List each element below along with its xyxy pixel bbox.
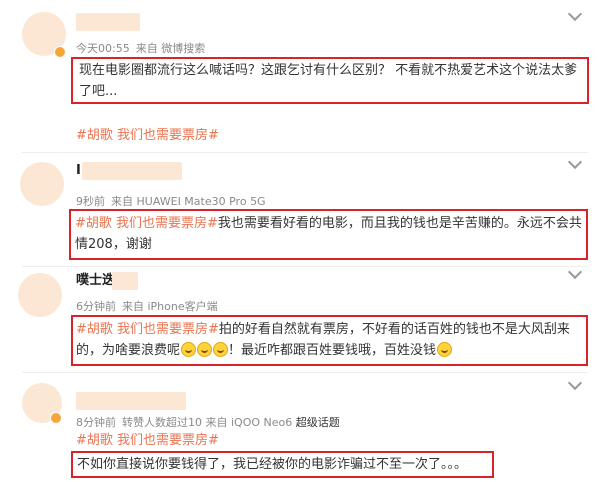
pensive-face-icon [437, 342, 453, 357]
topic-link[interactable]: #胡歌 我们也需要票房# [76, 322, 219, 337]
chevron-down-icon[interactable] [567, 6, 583, 22]
comment-text-line: ！最近咋都跟百姓要钱哦，百姓没钱 [228, 343, 437, 358]
user-name-blur [112, 272, 138, 290]
chevron-down-icon[interactable] [567, 264, 583, 280]
grinning-face-icon [197, 342, 213, 357]
comment-text-line: 我也需要看好看的电影，而且我的钱也是辛苦赚的。永远不会共 [217, 216, 582, 231]
avatar[interactable] [20, 162, 64, 206]
comment-text-line: 拍的好看自然就有票房，不好看的话百姓的钱也不是大风刮来 [218, 322, 570, 337]
verified-badge-icon [50, 412, 62, 424]
divider [22, 266, 588, 267]
comment-source: 来自 iPhone客户端 [122, 300, 218, 313]
comment-text-box: 现在电影圈都流行这么喊话吗？这跟乞讨有什么区别？ 不看就不热爱艺术这个说法太爹 … [71, 57, 589, 104]
comment-text-line: 情208，谢谢 [75, 237, 152, 252]
comment-text-line: 的，为啥要浪费呢 [76, 343, 181, 358]
user-name-fragment[interactable]: I [76, 160, 81, 181]
topic-link[interactable]: #胡歌 我们也需要票房# [76, 125, 219, 146]
comment-text-box: 不如你直接说你要钱得了，我已经被你的电影诈骗过不至一次了。。。 [71, 451, 494, 478]
comment-text-box: #胡歌 我们也需要票房#拍的好看自然就有票房，不好看的话百姓的钱也不是大风刮来 … [71, 315, 588, 366]
divider [22, 372, 588, 373]
comment-feed: { "comments": [ { "time": "今天00:55", "so… [0, 0, 600, 482]
topic-link[interactable]: #胡歌 我们也需要票房# [76, 430, 219, 451]
avatar[interactable] [18, 273, 62, 317]
topic-link[interactable]: #胡歌 我们也需要票房# [75, 216, 218, 231]
comment-text-line: 不如你直接说你要钱得了，我已经被你的电影诈骗过不至一次了。。。 [77, 457, 468, 472]
comment-text-box: #胡歌 我们也需要票房#我也需要看好看的电影，而且我的钱也是辛苦赚的。永远不会共… [69, 209, 588, 260]
comment-meta: 8分钟前 转赞人数超过10 来自 iQOO Neo6 超级话题 [76, 414, 346, 430]
user-name[interactable] [76, 392, 186, 410]
comment-time: 今天00:55 [76, 42, 130, 55]
comment-text-line: 现在电影圈都流行这么喊话吗？这跟乞讨有什么区别？ 不看就不热爱艺术这个说法太爹 [79, 63, 578, 78]
grinning-face-icon [181, 342, 197, 357]
comment-time: 9秒前 [76, 195, 105, 208]
grinning-face-icon [213, 342, 229, 357]
divider [22, 152, 588, 153]
comment-meta: 6分钟前 来自 iPhone客户端 [76, 298, 224, 314]
user-name[interactable] [76, 13, 140, 31]
comment-text-line: 了吧... [79, 84, 118, 99]
chevron-down-icon[interactable] [567, 154, 583, 170]
comment-source: 转赞人数超过10 来自 iQOO Neo6 [122, 416, 296, 429]
comment-source: 来自 HUAWEI Mate30 Pro 5G [111, 195, 266, 208]
comment-source: 来自 微博搜索 [135, 42, 206, 55]
user-name[interactable] [82, 162, 182, 180]
comment-time: 8分钟前 [76, 416, 116, 429]
comment-meta: 9秒前 来自 HUAWEI Mate30 Pro 5G [76, 193, 272, 209]
comment-time: 6分钟前 [76, 300, 116, 313]
chevron-down-icon[interactable] [567, 375, 583, 391]
verified-badge-icon [54, 46, 66, 58]
comment-meta: 今天00:55 来自 微博搜索 [76, 40, 211, 56]
supertopic-link[interactable]: 超级话题 [296, 416, 340, 429]
